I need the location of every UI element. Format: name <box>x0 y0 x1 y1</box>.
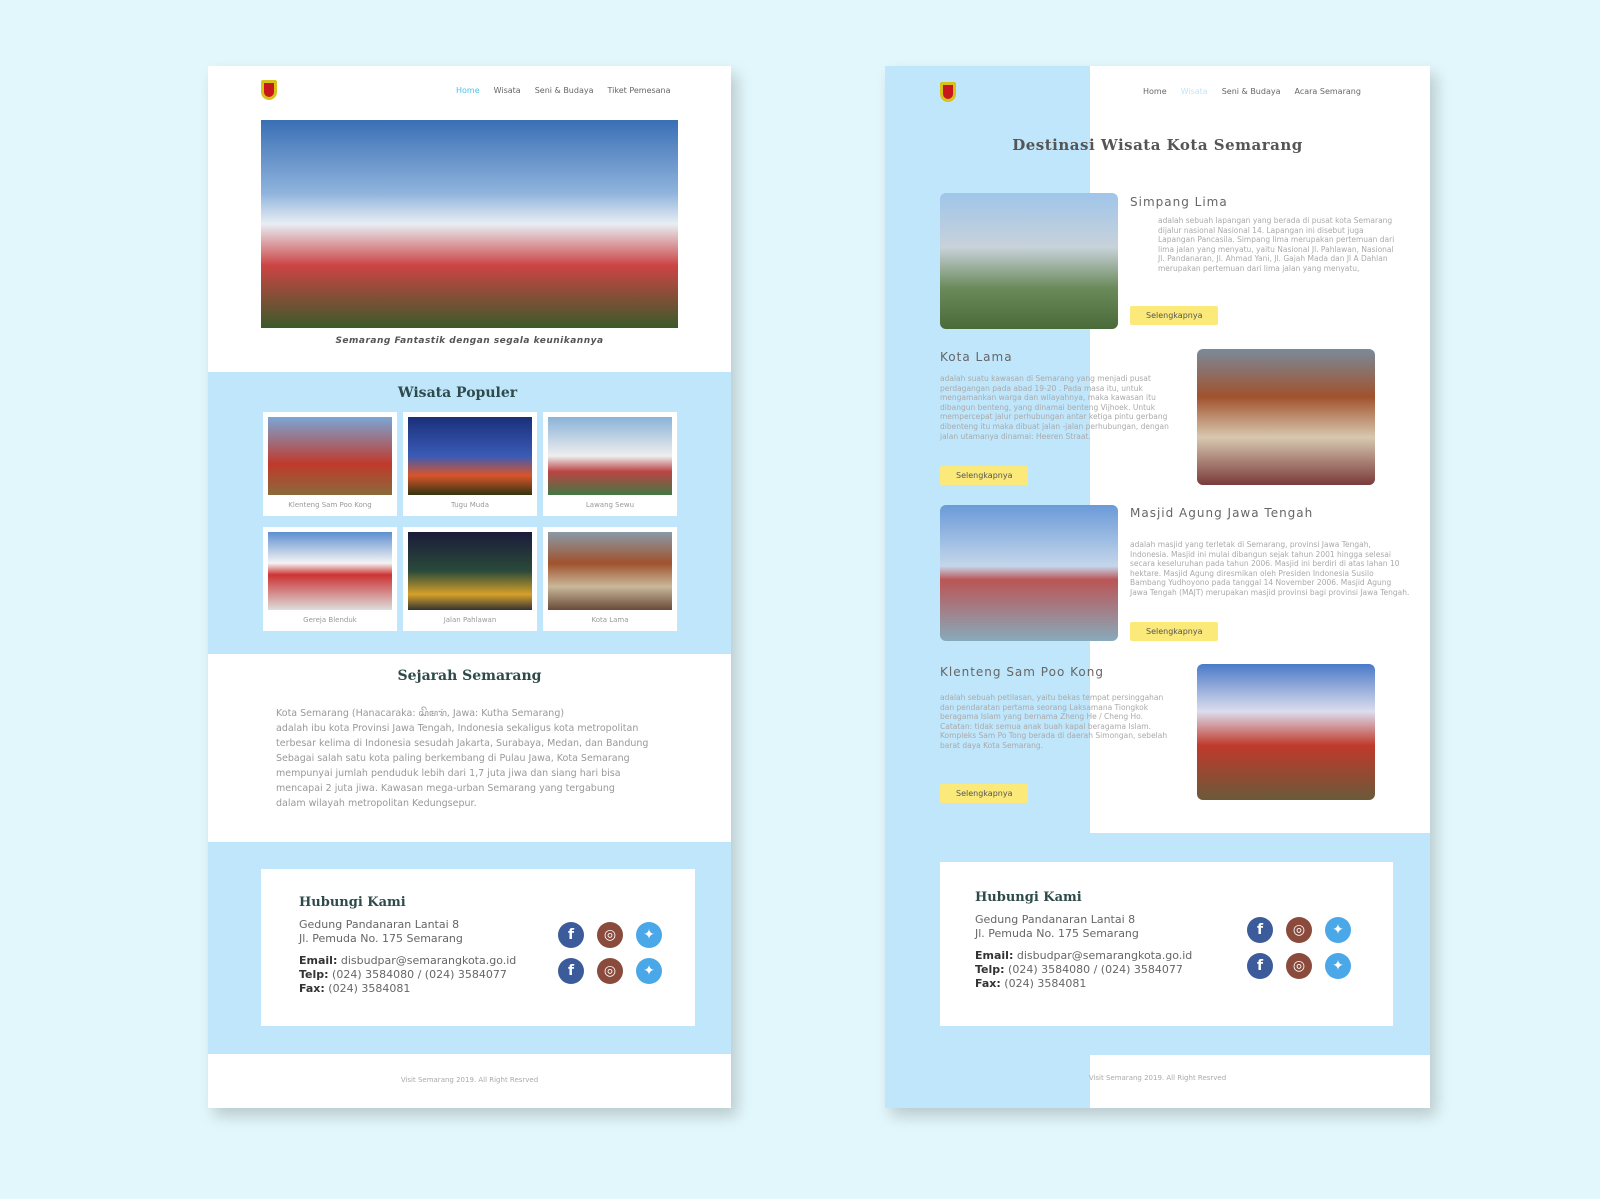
footer-text: Visit Semarang 2019. All Right Resrved <box>1088 1074 1227 1082</box>
selengkapnya-button[interactable]: Selengkapnya <box>1130 622 1219 641</box>
nav-home[interactable]: Home <box>456 86 480 95</box>
destination-title: Klenteng Sam Poo Kong <box>940 665 1104 679</box>
nav-acara[interactable]: Acara Semarang <box>1295 87 1361 96</box>
history-text: Kota Semarang (Hanacaraka: ꦱꦼꦩꦫꦁ, Jawa: … <box>276 708 649 809</box>
home-page-mockup: Home Wisata Seni & Budaya Tiket Pemesana… <box>208 66 731 1108</box>
facebook-icon[interactable]: f <box>558 958 584 984</box>
nav-tiket[interactable]: Tiket Pemesana <box>608 86 671 95</box>
nav-seni-budaya[interactable]: Seni & Budaya <box>535 86 594 95</box>
main-nav: Home Wisata Seni & Budaya Tiket Pemesana <box>456 86 671 95</box>
destination-title: Masjid Agung Jawa Tengah <box>1130 506 1314 520</box>
contact-section: Hubungi Kami Gedung Pandanaran Lantai 8 … <box>208 842 731 1054</box>
destination-text: adalah masjid yang terletak di Semarang,… <box>1130 540 1410 597</box>
popular-card[interactable]: Tugu Muda <box>403 412 537 516</box>
facebook-icon[interactable]: f <box>1247 953 1273 979</box>
simpang-lima-image <box>940 193 1118 329</box>
page-title: Destinasi Wisata Kota Semarang <box>1012 136 1303 154</box>
contact-email[interactable]: disbudpar@semarangkota.go.id <box>341 954 516 967</box>
history-title: Sejarah Semarang <box>397 668 542 684</box>
instagram-icon[interactable]: ◎ <box>597 922 623 948</box>
destination-title: Kota Lama <box>940 350 1013 364</box>
popular-title: Wisata Populer <box>397 385 518 401</box>
destination-text: adalah sebuah petilasan, yaitu bekas tem… <box>940 693 1168 750</box>
destination-text: adalah suatu kawasan di Semarang yang me… <box>940 374 1169 441</box>
semarang-logo[interactable] <box>940 82 956 102</box>
instagram-icon[interactable]: ◎ <box>1286 917 1312 943</box>
selengkapnya-button[interactable]: Selengkapnya <box>940 466 1029 485</box>
contact-title: Hubungi Kami <box>299 895 406 910</box>
twitter-icon[interactable]: ✦ <box>1325 917 1351 943</box>
contact-card: Hubungi Kami Gedung Pandanaran Lantai 8 … <box>261 869 695 1026</box>
popular-card[interactable]: Kota Lama <box>543 527 677 631</box>
destination-text: adalah sebuah lapangan yang berada di pu… <box>1158 216 1395 273</box>
kota-lama-image <box>1197 349 1375 485</box>
popular-section: Wisata Populer Klenteng Sam Poo Kong Tug… <box>208 372 731 654</box>
wisata-page-mockup: Home Wisata Seni & Budaya Acara Semarang… <box>885 66 1430 1108</box>
footer-text: Visit Semarang 2019. All Right Resrved <box>400 1076 539 1084</box>
facebook-icon[interactable]: f <box>1247 917 1273 943</box>
nav-wisata[interactable]: Wisata <box>494 86 521 95</box>
sam-poo-kong-image <box>1197 664 1375 800</box>
instagram-icon[interactable]: ◎ <box>597 958 623 984</box>
contact-title: Hubungi Kami <box>975 890 1082 905</box>
instagram-icon[interactable]: ◎ <box>1286 953 1312 979</box>
selengkapnya-button[interactable]: Selengkapnya <box>940 784 1029 803</box>
destination-title: Simpang Lima <box>1130 195 1228 209</box>
hero-image-lawang-sewu <box>261 120 678 328</box>
facebook-icon[interactable]: f <box>558 922 584 948</box>
semarang-logo[interactable] <box>261 80 277 100</box>
popular-card[interactable]: Jalan Pahlawan <box>403 527 537 631</box>
nav-home[interactable]: Home <box>1143 87 1167 96</box>
popular-card[interactable]: Gereja Blenduk <box>263 527 397 631</box>
masjid-agung-image <box>940 505 1118 641</box>
twitter-icon[interactable]: ✦ <box>636 958 662 984</box>
selengkapnya-button[interactable]: Selengkapnya <box>1130 306 1219 325</box>
tagline: Semarang Fantastik dengan segala keunika… <box>335 336 604 346</box>
popular-card[interactable]: Klenteng Sam Poo Kong <box>263 412 397 516</box>
twitter-icon[interactable]: ✦ <box>636 922 662 948</box>
nav-wisata[interactable]: Wisata <box>1181 87 1208 96</box>
main-nav: Home Wisata Seni & Budaya Acara Semarang <box>1143 87 1361 96</box>
twitter-icon[interactable]: ✦ <box>1325 953 1351 979</box>
contact-email[interactable]: disbudpar@semarangkota.go.id <box>1017 949 1192 962</box>
contact-card: Hubungi Kami Gedung Pandanaran Lantai 8 … <box>940 862 1393 1026</box>
nav-seni-budaya[interactable]: Seni & Budaya <box>1222 87 1281 96</box>
popular-card[interactable]: Lawang Sewu <box>543 412 677 516</box>
